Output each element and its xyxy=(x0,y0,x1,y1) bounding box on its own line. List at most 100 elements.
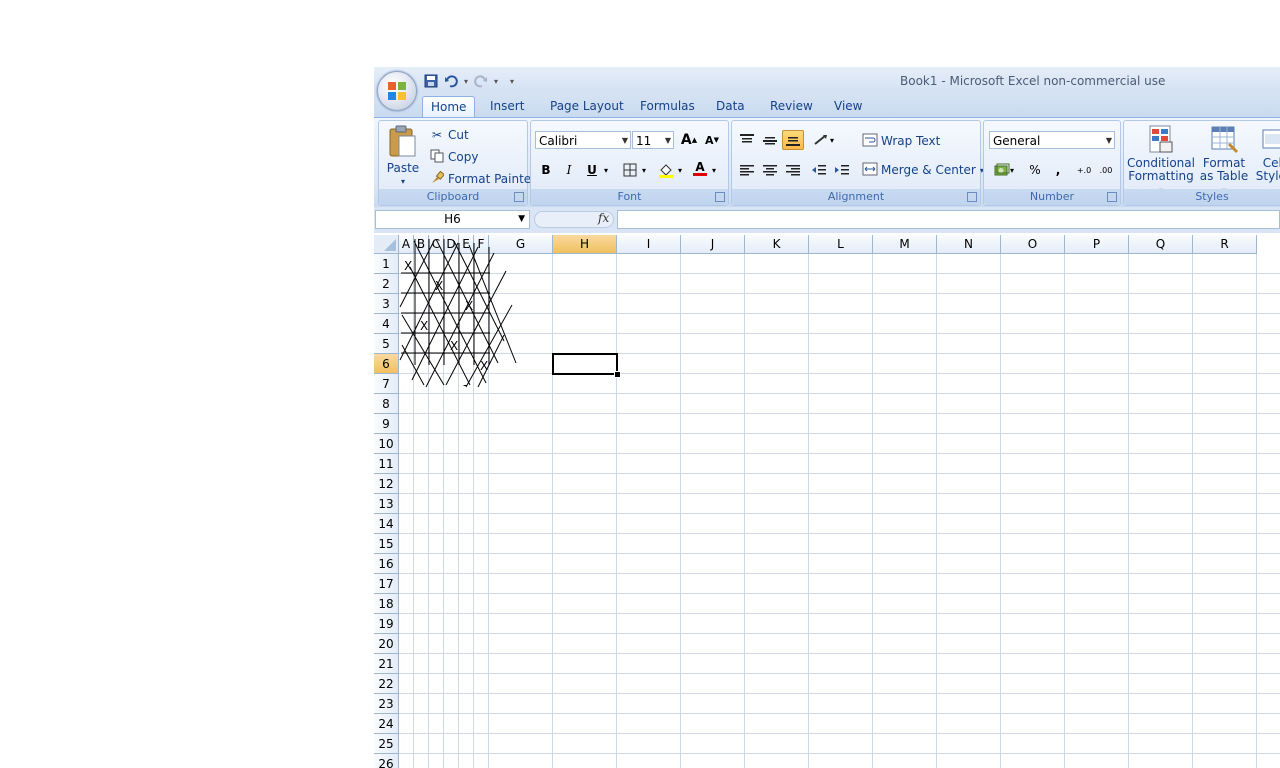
insert-function-icon[interactable]: fx xyxy=(598,211,609,225)
redo-dropdown-icon[interactable]: ▾ xyxy=(492,72,500,90)
format-painter-button[interactable]: Format Painter xyxy=(429,170,537,187)
align-left-button[interactable] xyxy=(736,160,758,180)
fill-handle[interactable] xyxy=(614,371,621,378)
italic-label: I xyxy=(566,163,572,177)
tab-formulas[interactable]: Formulas xyxy=(632,96,703,117)
font-size-value: 11 xyxy=(636,134,652,148)
decrease-indent-button[interactable] xyxy=(808,160,830,180)
shrink-font-label: A xyxy=(705,133,714,147)
paste-icon xyxy=(389,125,416,157)
tab-insert[interactable]: Insert xyxy=(482,96,532,117)
title-bar: ▾ ▾ ▾ Book1 - Microsoft Excel non-commer… xyxy=(374,67,1280,93)
currency-icon xyxy=(994,163,1010,176)
format-as-table-button[interactable]: Format as Table ▾ xyxy=(1198,124,1250,197)
align-center-icon xyxy=(763,165,777,176)
cell-mark: X xyxy=(404,259,413,273)
font-group-label: Font xyxy=(531,189,728,205)
font-color-dropdown-icon[interactable]: ▾ xyxy=(709,160,719,180)
save-icon[interactable] xyxy=(422,72,440,90)
excel-window: ▾ ▾ ▾ Book1 - Microsoft Excel non-commer… xyxy=(374,67,1280,768)
clipboard-group: Paste ▾ ✂ Cut Copy Format Painter Clipboa… xyxy=(378,120,536,206)
cell-styles-button[interactable]: Cell Styles xyxy=(1252,124,1280,183)
bold-button[interactable]: B xyxy=(535,160,557,180)
orientation-button[interactable]: ▾ xyxy=(810,130,838,150)
increase-decimal-label: +.0 xyxy=(1076,165,1092,175)
tab-home[interactable]: Home xyxy=(422,96,476,118)
formula-input[interactable] xyxy=(617,210,1280,229)
italic-button[interactable]: I xyxy=(558,160,580,180)
name-box[interactable]: H6 ▼ xyxy=(375,210,530,229)
paint-bucket-icon xyxy=(659,164,673,178)
tab-view[interactable]: View xyxy=(826,96,870,117)
cell-styles-icon xyxy=(1262,129,1280,149)
chevron-down-icon: ▼ xyxy=(518,214,525,224)
office-button[interactable] xyxy=(377,71,417,111)
tab-page-layout[interactable]: Page Layout xyxy=(542,96,632,117)
tab-data[interactable]: Data xyxy=(708,96,753,117)
text-orientation-icon xyxy=(814,135,827,145)
alignment-launcher-icon[interactable] xyxy=(967,192,977,202)
active-cell[interactable] xyxy=(552,353,618,375)
align-top-button[interactable] xyxy=(736,130,758,150)
drawn-grid-lines xyxy=(399,238,517,388)
format-painter-label: Format Painter xyxy=(448,172,537,186)
comma-label: , xyxy=(1055,163,1061,177)
underline-dropdown-icon[interactable]: ▾ xyxy=(601,160,611,180)
fill-color-dropdown-icon[interactable]: ▾ xyxy=(675,160,685,180)
number-format-value: General xyxy=(993,134,1041,148)
cell-mark: X xyxy=(435,279,444,293)
align-middle-button[interactable] xyxy=(759,130,781,150)
paste-dropdown-icon[interactable]: ▾ xyxy=(381,175,425,188)
undo-icon[interactable] xyxy=(442,72,460,90)
redo-icon[interactable] xyxy=(472,72,490,90)
fill-color-button[interactable] xyxy=(655,160,677,180)
align-center-button[interactable] xyxy=(759,160,781,180)
grow-font-button[interactable]: A ▲ xyxy=(678,130,700,150)
cell-mark: X xyxy=(450,339,459,353)
format-as-table-icon xyxy=(1211,126,1239,154)
number-launcher-icon[interactable] xyxy=(1107,192,1117,202)
font-color-button[interactable]: A xyxy=(689,158,711,178)
increase-decimal-button[interactable]: +.0 xyxy=(1073,160,1095,180)
clipboard-launcher-icon[interactable] xyxy=(514,192,524,202)
paste-button[interactable]: Paste ▾ xyxy=(381,124,425,188)
font-size-combo[interactable]: 11 ▼ xyxy=(632,131,674,149)
underline-button[interactable]: U xyxy=(581,160,603,180)
comma-button[interactable]: , xyxy=(1047,160,1069,180)
align-bottom-icon xyxy=(786,137,800,146)
borders-button[interactable] xyxy=(619,160,641,180)
tab-review[interactable]: Review xyxy=(762,96,821,117)
format-as-table-label-2: as Table xyxy=(1199,169,1249,183)
scissors-icon: ✂ xyxy=(431,128,443,142)
chevron-down-icon: ▼ xyxy=(664,136,671,145)
copy-button[interactable]: Copy xyxy=(429,149,478,165)
chevron-down-icon: ▼ xyxy=(621,136,628,145)
font-color-label: A xyxy=(695,159,705,174)
wrap-text-button[interactable]: Wrap Text xyxy=(862,133,940,149)
shrink-font-button[interactable]: A ▼ xyxy=(701,130,723,150)
undo-dropdown-icon[interactable]: ▾ xyxy=(462,72,470,90)
number-group: General ▼ ▾ % , +.0 .00 Number xyxy=(983,120,1121,206)
office-logo-icon xyxy=(388,82,406,100)
borders-dropdown-icon[interactable]: ▾ xyxy=(639,160,649,180)
accounting-format-button[interactable]: ▾ xyxy=(989,160,1019,180)
align-top-icon xyxy=(740,134,754,143)
decrease-decimal-button[interactable]: .00 xyxy=(1095,160,1117,180)
styles-group-label: Styles xyxy=(1124,189,1280,205)
increase-indent-button[interactable] xyxy=(831,160,853,180)
merge-center-button[interactable]: Merge & Center ▾ xyxy=(862,162,984,178)
font-group: Calibri ▼ 11 ▼ A ▲ A ▼ B I U ▾ ▾ ▾ A ▾ F… xyxy=(530,120,729,206)
spreadsheet-grid[interactable]: ABCDEFGHIJKLMNOPQR 1 2 3 4 5 6 7 8 9 10 11 12 13 14 15… xyxy=(374,235,1280,768)
font-name-combo[interactable]: Calibri ▼ xyxy=(535,131,631,149)
cell-mark: X xyxy=(465,299,474,313)
wrap-text-label: Wrap Text xyxy=(881,134,941,148)
number-format-combo[interactable]: General ▼ xyxy=(989,131,1115,149)
cut-button[interactable]: ✂ Cut xyxy=(429,127,469,143)
customize-qat-icon[interactable]: ▾ xyxy=(508,72,516,90)
bold-label: B xyxy=(541,163,551,177)
align-bottom-button[interactable] xyxy=(782,130,804,150)
percent-button[interactable]: % xyxy=(1024,160,1046,180)
align-right-button[interactable] xyxy=(782,160,804,180)
conditional-formatting-button[interactable]: Conditional Formatting ▾ xyxy=(1126,124,1196,197)
font-launcher-icon[interactable] xyxy=(715,192,725,202)
